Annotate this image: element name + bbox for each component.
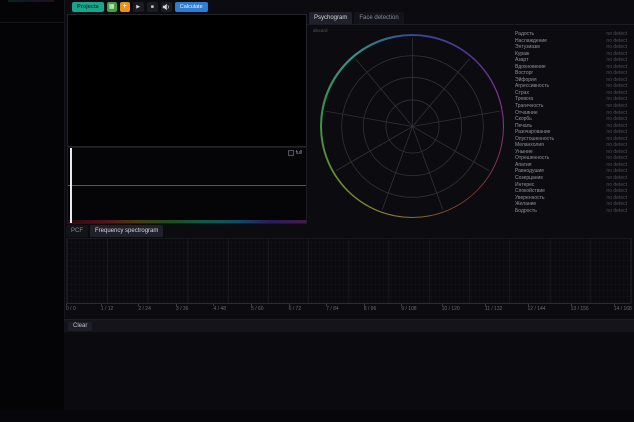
axis-tick: 13 / 156 — [571, 304, 589, 312]
tick-label: 14 / 168 — [614, 306, 632, 312]
play-button[interactable]: ▶ — [133, 2, 144, 12]
spectrogram-tabbar: PCF Frequency spectrogram — [66, 225, 163, 237]
clear-button[interactable]: Clear — [68, 322, 92, 331]
tick-label: 11 / 132 — [485, 306, 503, 312]
plus-icon: + — [123, 2, 127, 12]
psychogram-color-ring — [320, 34, 504, 218]
tick-label: 6 / 72 — [289, 306, 302, 312]
grid-icon: ▦ — [109, 2, 115, 12]
tab-face-detection[interactable]: Face detection — [354, 12, 403, 24]
tick-label: 13 / 156 — [571, 306, 589, 312]
spectrogram-plot — [66, 238, 632, 304]
emotion-name: Бодрость — [515, 208, 537, 215]
waveform-panel: full — [67, 147, 307, 224]
psychogram-body: discard — [307, 24, 634, 223]
axis-tick: 10 / 120 — [442, 304, 460, 312]
log-area — [64, 332, 634, 410]
axis-tick: 2 / 24 — [138, 304, 151, 312]
tab-pcf[interactable]: PCF — [66, 225, 88, 237]
axis-tick: 0 / 0 — [66, 304, 76, 312]
axis-tick: 8 / 96 — [364, 304, 377, 312]
tab-psychogram[interactable]: Psychogram — [309, 12, 352, 24]
psychogram-tabbar: Psychogram Face detection — [309, 12, 404, 24]
tick-label: 3 / 36 — [176, 306, 189, 312]
tab-frequency-spectrogram[interactable]: Frequency spectrogram — [90, 225, 163, 237]
volume-button[interactable] — [161, 2, 172, 12]
psychogram-panel: Psychogram Face detection discard — [307, 12, 634, 222]
tick-label: 12 / 144 — [528, 306, 546, 312]
waveform-spectrum-strip — [68, 220, 306, 223]
axis-tick: 6 / 72 — [289, 304, 302, 312]
bottom-strip — [0, 410, 634, 422]
full-label: full — [296, 150, 302, 156]
tick-label: 1 / 12 — [101, 306, 114, 312]
waveform-zero-line — [68, 185, 306, 186]
orange-tool-button[interactable]: + — [120, 2, 130, 12]
app-window: Projects ▦ + ▶ ■ Calculate full — [0, 0, 634, 422]
emotion-value: no detect — [606, 208, 627, 215]
play-icon: ▶ — [136, 2, 140, 12]
psychogram-grid — [322, 36, 503, 217]
video-preview — [67, 14, 307, 147]
stop-button[interactable]: ■ — [147, 2, 158, 12]
projects-button[interactable]: Projects — [72, 2, 104, 12]
axis-tick: 3 / 36 — [176, 304, 189, 312]
tick-label: 9 / 108 — [401, 306, 416, 312]
tick-label: 7 / 84 — [326, 306, 339, 312]
volume-icon — [162, 3, 170, 11]
tick-label: 0 / 0 — [66, 306, 76, 312]
axis-tick: 11 / 132 — [485, 304, 503, 312]
green-tool-button[interactable]: ▦ — [107, 2, 117, 12]
spectrogram-axis-ticks: 0 / 0 1 / 12 2 / 24 3 / 36 4 / 48 5 / 60… — [66, 304, 632, 312]
tick-label: 5 / 60 — [251, 306, 264, 312]
toolbar: Projects ▦ + ▶ ■ Calculate — [72, 2, 208, 12]
axis-tick: 9 / 108 — [401, 304, 416, 312]
full-toggle: full — [288, 150, 302, 156]
tick-label: 8 / 96 — [364, 306, 377, 312]
stop-icon: ■ — [151, 2, 154, 12]
full-checkbox[interactable] — [288, 150, 294, 156]
sidebar-divider — [0, 22, 64, 23]
axis-tick: 5 / 60 — [251, 304, 264, 312]
axis-tick: 4 / 48 — [213, 304, 226, 312]
emotion-list: Радость no detect Наслаждение no detect … — [515, 31, 627, 214]
psychogram-chart-area — [322, 36, 503, 217]
calculate-button[interactable]: Calculate — [175, 2, 208, 12]
tick-label: 10 / 120 — [442, 306, 460, 312]
playhead[interactable] — [70, 148, 72, 223]
left-sidebar — [0, 0, 65, 422]
emotion-row: Бодрость no detect — [515, 208, 627, 215]
axis-tick: 14 / 168 — [614, 304, 632, 312]
axis-tick: 12 / 144 — [528, 304, 546, 312]
axis-tick: 7 / 84 — [326, 304, 339, 312]
sidebar-top-accent — [8, 0, 54, 2]
discard-label: discard — [313, 28, 328, 33]
tick-label: 2 / 24 — [138, 306, 151, 312]
axis-tick: 1 / 12 — [101, 304, 114, 312]
tick-label: 4 / 48 — [213, 306, 226, 312]
